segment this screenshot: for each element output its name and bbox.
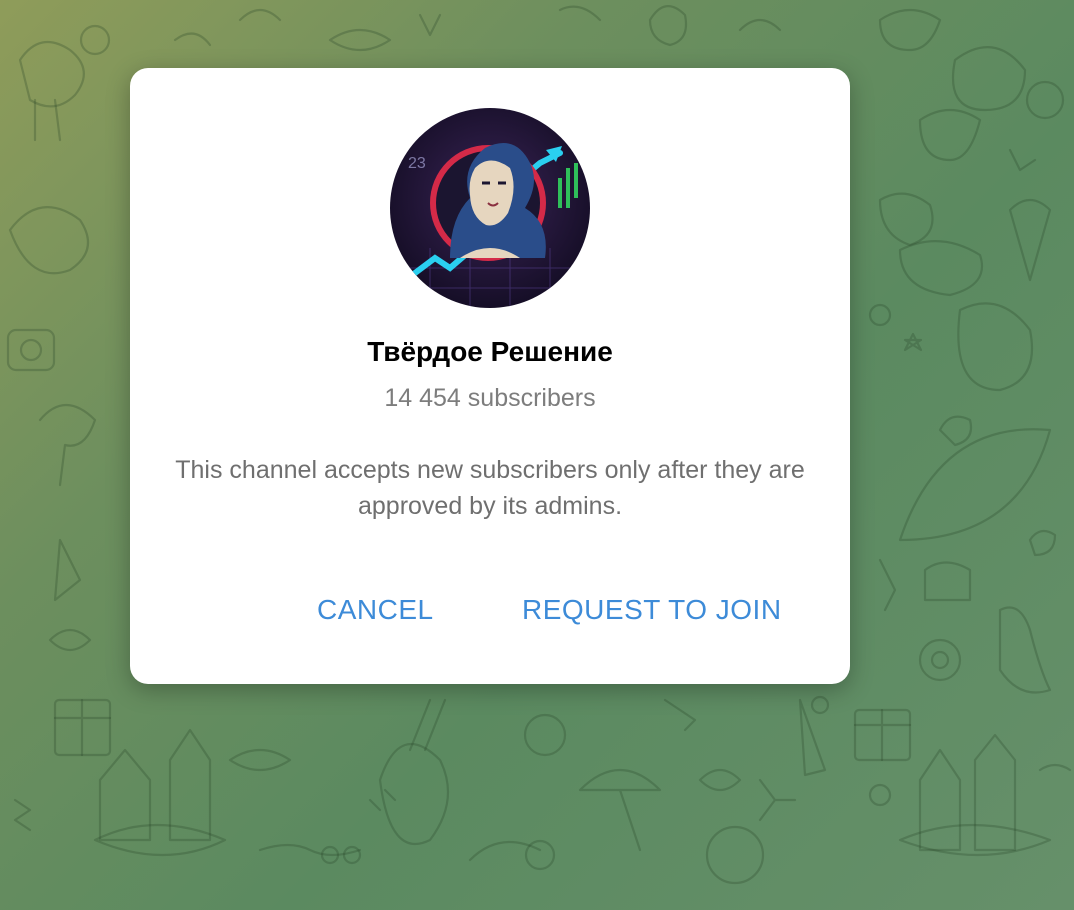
channel-avatar: 23 xyxy=(390,108,590,308)
channel-name: Твёрдое Решение xyxy=(367,336,613,367)
subscriber-count: 14 454 subscribers xyxy=(384,384,596,412)
cancel-button[interactable]: CANCEL xyxy=(317,594,434,626)
join-request-dialog: 23 Твёрдое Решение 14 454 subscribers Th… xyxy=(130,68,850,684)
request-to-join-button[interactable]: REQUEST TO JOIN xyxy=(522,594,782,626)
join-description: This channel accepts new subscribers onl… xyxy=(175,456,805,520)
channel-avatar-portrait-icon: 23 xyxy=(390,108,590,308)
svg-text:23: 23 xyxy=(408,155,426,172)
